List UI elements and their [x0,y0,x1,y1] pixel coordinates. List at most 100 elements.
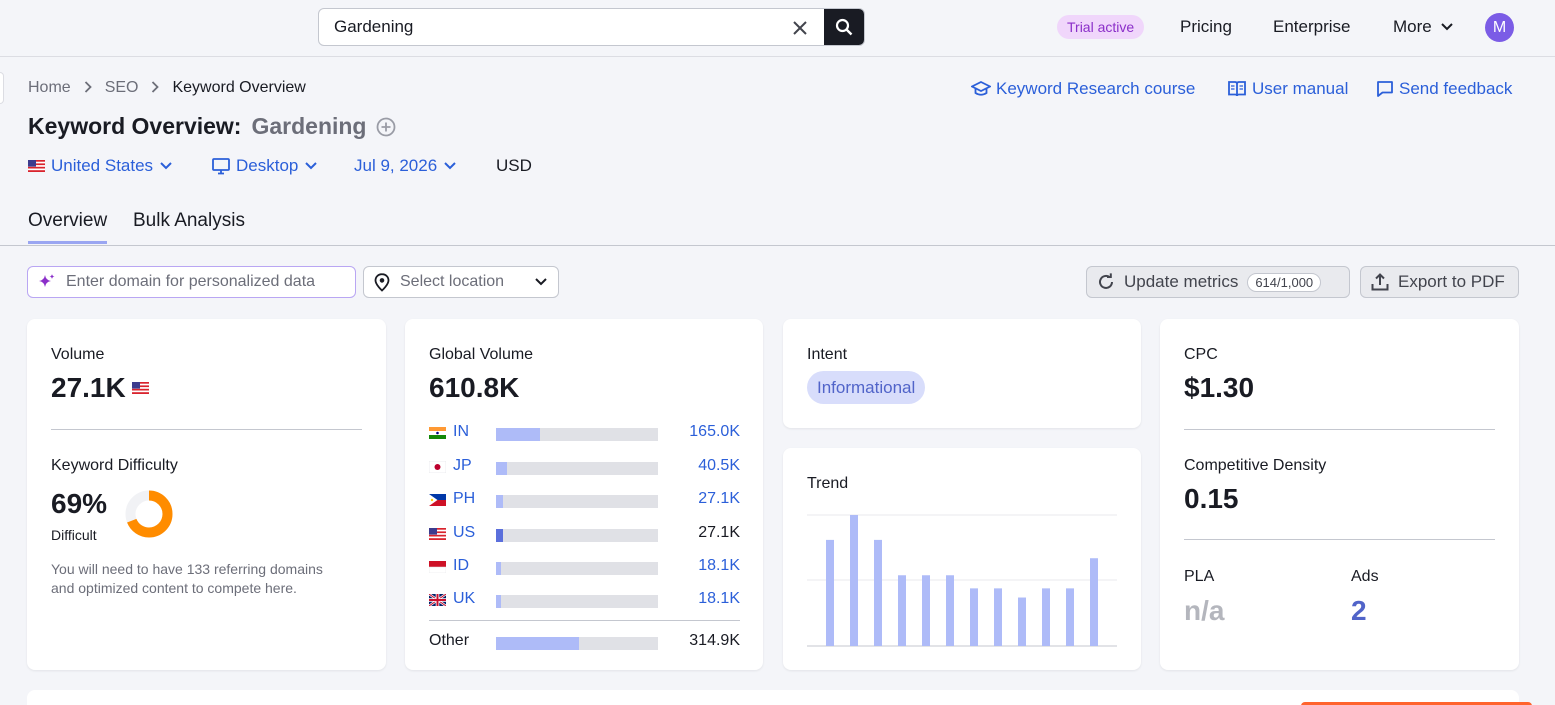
user-manual-label: User manual [1252,79,1349,98]
trend-label: Trend [807,475,849,492]
device-filter[interactable]: Desktop [212,156,318,176]
currency-label: USD [496,156,532,175]
kd-label: Keyword Difficulty [51,457,178,474]
trend-bar-2[interactable] [850,515,858,646]
ads-value[interactable]: 2 [1351,595,1367,627]
trend-bar-4[interactable] [898,575,906,646]
country-share-fill [496,595,501,608]
cpc-divider [1184,429,1495,430]
ads-label: Ads [1351,568,1379,585]
us-flag-icon [28,160,45,172]
other-volume: 314.9K [689,632,740,649]
chevron-right-icon [84,80,92,97]
kd-note-line2: and optimized content to compete here. [51,580,297,596]
country-share-fill [496,529,504,542]
graduation-cap-icon [971,80,991,96]
chevron-right-icon [151,80,160,97]
search-input[interactable] [319,9,789,45]
country-code: US [453,524,476,541]
kd-note-line1: You will need to have 133 referring doma… [51,561,323,577]
domain-input[interactable] [66,273,351,291]
japan-flag-icon [429,461,446,473]
country-row-jp[interactable]: JP 40.5K [429,457,740,477]
trend-bar-7[interactable] [970,588,978,646]
cd-label: Competitive Density [1184,457,1327,474]
us-flag-icon [131,382,149,394]
update-metrics-button[interactable]: Update metrics 614/1,000 [1086,266,1350,298]
date-filter[interactable]: Jul 9, 2026 [354,156,456,176]
kd-value: 69% [51,488,108,519]
trend-bar-3[interactable] [874,539,882,646]
close-icon [793,21,807,35]
pla-value: n/a [1184,595,1225,626]
volume-divider [51,429,362,430]
country-volume: 18.1K [698,557,740,574]
avatar[interactable]: M [1485,13,1514,42]
trend-bar-10[interactable] [1042,588,1050,646]
breadcrumb: Home SEO Keyword Overview [28,79,306,97]
country-row-us[interactable]: US 27.1K [429,524,740,544]
clear-search-button[interactable] [787,15,813,41]
trend-bar-6[interactable] [946,575,954,646]
country-filter-label: United States [51,156,154,175]
volume-card: Volume 27.1K Keyword Difficulty 69% Diff… [27,319,386,670]
cpc-value: $1.30 [1184,372,1255,403]
tab-overview[interactable]: Overview [28,210,108,244]
location-select[interactable]: Select location [363,266,559,298]
country-share-bar [496,595,658,608]
search-button[interactable] [824,9,864,45]
tab-bulk-analysis[interactable]: Bulk Analysis [133,210,245,232]
breadcrumb-seo[interactable]: SEO [105,79,139,97]
country-filter[interactable]: United States [28,156,172,176]
trend-chart [807,514,1117,647]
user-manual-link[interactable]: User manual [1227,79,1348,99]
country-share-bar [496,462,658,475]
sidebar-toggle[interactable] [0,72,4,104]
trial-badge[interactable]: Trial active [1057,15,1145,39]
philippines-flag-icon [429,494,446,506]
nav-enterprise[interactable]: Enterprise [1273,17,1350,37]
export-pdf-button[interactable]: Export to PDF [1360,266,1519,298]
trend-bar-8[interactable] [994,588,1002,646]
cd-value: 0.15 [1184,483,1239,514]
upload-icon [1371,273,1389,291]
update-metrics-label: Update metrics [1124,272,1239,291]
country-row-uk[interactable]: UK 18.1K [429,590,740,610]
country-row-in[interactable]: IN 165.0K [429,423,740,443]
add-to-list-button[interactable] [376,117,396,137]
page-title-keyword: Gardening [251,113,367,139]
chevron-down-icon [1441,23,1453,31]
keyword-course-link[interactable]: Keyword Research course [971,79,1195,99]
india-flag-icon [429,427,446,439]
country-share-bar [496,495,658,508]
trend-bar-9[interactable] [1018,597,1026,646]
nav-pricing[interactable]: Pricing [1180,17,1232,37]
send-feedback-label: Send feedback [1399,79,1513,98]
volume-value: 27.1K [51,372,126,403]
top-bar: Trial active Pricing Enterprise More M [0,0,1555,57]
trend-bar-1[interactable] [826,539,834,646]
kd-level: Difficult [51,527,97,543]
location-select-label: Select location [400,273,505,290]
chevron-down-icon [535,278,547,286]
next-section-card [27,690,1519,705]
country-code: PH [453,490,476,507]
tabs-divider [0,245,1555,246]
country-row-id[interactable]: ID 18.1K [429,557,740,577]
cpc-card: CPC $1.30 Competitive Density 0.15 PLA n… [1160,319,1519,670]
breadcrumb-home[interactable]: Home [28,79,71,97]
plus-circle-icon [377,117,396,136]
trend-bar-11[interactable] [1066,588,1074,646]
country-row-ph[interactable]: PH 27.1K [429,490,740,510]
chevron-down-icon [305,162,318,170]
country-row-other: Other 314.9K [429,632,740,652]
trend-bar-5[interactable] [922,575,930,646]
nav-more[interactable]: More [1393,17,1453,37]
send-feedback-link[interactable]: Send feedback [1376,79,1512,99]
intent-badge[interactable]: Informational [807,371,926,404]
update-metrics-counter: 614/1,000 [1247,272,1322,292]
device-filter-label: Desktop [236,156,299,175]
intent-label: Intent [807,346,848,363]
chevron-down-icon [444,162,456,170]
trend-bar-12[interactable] [1090,558,1098,646]
